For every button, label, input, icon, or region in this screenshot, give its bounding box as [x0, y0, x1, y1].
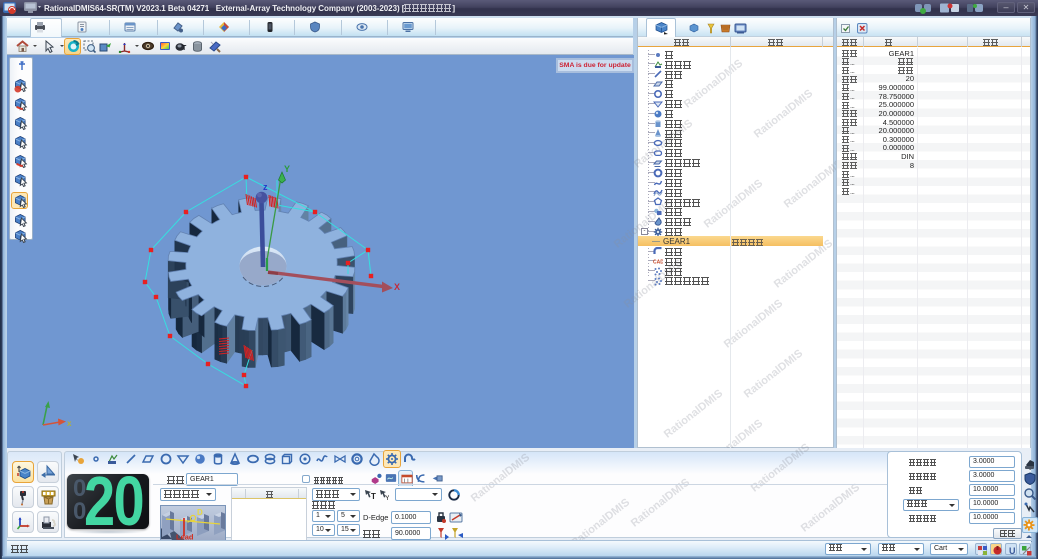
svg-text:CAD: CAD	[653, 260, 663, 266]
svg-text:z: z	[263, 182, 268, 192]
svg-text:X: X	[394, 282, 400, 292]
svg-text:x: x	[67, 419, 72, 428]
svg-text:T: T	[371, 492, 376, 501]
svg-text:U: U	[1009, 546, 1016, 556]
svg-text:Y: Y	[385, 495, 389, 501]
svg-text:T: T	[182, 45, 187, 52]
svg-text:D: D	[197, 508, 203, 517]
svg-text:Y: Y	[284, 164, 290, 174]
